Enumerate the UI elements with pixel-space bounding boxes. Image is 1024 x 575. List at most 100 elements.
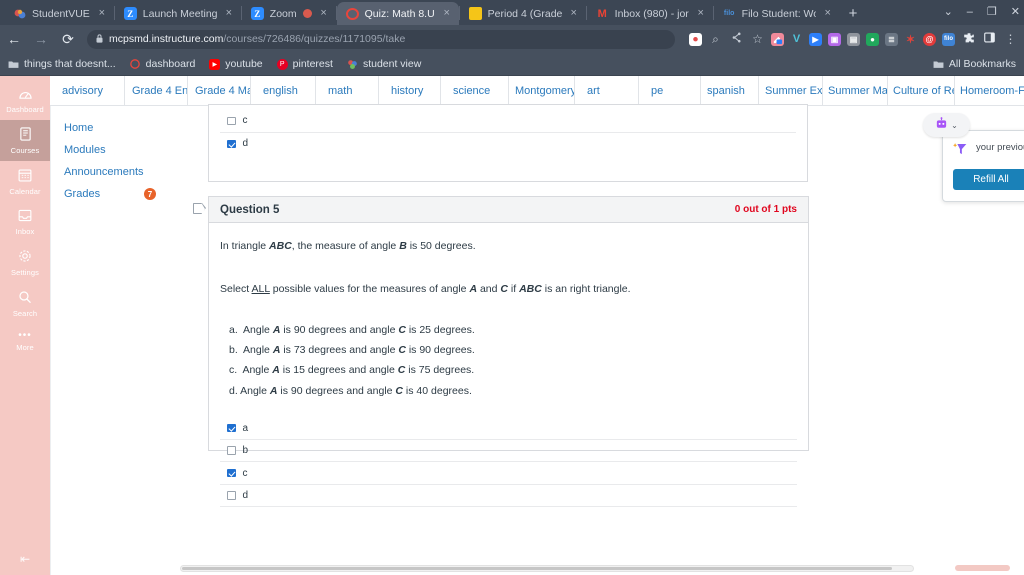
answer-label: b — [242, 445, 249, 457]
sidebar-item-courses[interactable]: Courses — [0, 120, 50, 161]
record-icon[interactable]: ⏺ — [689, 32, 702, 46]
course-nav-item-home[interactable]: Home — [64, 117, 195, 139]
answer-row[interactable]: c — [220, 462, 797, 485]
course-tab-summer-exp[interactable]: Summer Exp — [759, 76, 823, 105]
course-nav-item-modules[interactable]: Modules — [64, 139, 195, 161]
puzzle-extensions-icon[interactable] — [961, 32, 976, 47]
bookmark-things-that-doesnt[interactable]: things that doesnt... — [8, 58, 116, 70]
address-bar[interactable]: mcpsmd.instructure.com/courses/726486/qu… — [87, 29, 675, 49]
new-tab-button[interactable]: + — [840, 2, 867, 25]
tab-close-icon[interactable]: × — [568, 8, 580, 19]
answer-row[interactable]: b — [220, 440, 797, 463]
page-viewport: Dashboard Courses Calendar Inbox Setting… — [0, 76, 1024, 575]
chevron-down-icon[interactable]: ⌄ — [951, 121, 958, 130]
refill-all-button[interactable]: Refill All — [953, 169, 1024, 190]
filo-extension-icon[interactable]: filo — [942, 32, 955, 46]
extension-crimson-icon[interactable]: @ — [923, 32, 936, 46]
tab-close-icon[interactable]: × — [695, 8, 707, 19]
course-tab-english[interactable]: english — [251, 76, 316, 105]
reload-icon[interactable]: ⟳ — [60, 31, 76, 48]
extension-slate-icon[interactable]: ≣ — [885, 32, 898, 46]
vimeo-icon[interactable]: V — [790, 33, 803, 46]
angle-label: A — [469, 283, 478, 296]
answer-checkbox[interactable] — [227, 139, 236, 148]
flag-question-icon[interactable] — [193, 202, 206, 215]
sidebar-item-search[interactable]: Search — [0, 283, 50, 324]
course-nav-label: Grades — [64, 188, 101, 200]
course-tab-homeroom[interactable]: Homeroom-F — [955, 76, 1024, 105]
tab-close-icon[interactable]: × — [223, 8, 235, 19]
search-icon[interactable]: ⌕ — [708, 32, 723, 47]
answer-checkbox[interactable] — [227, 116, 236, 125]
course-nav-item-grades[interactable]: Grades 7 — [64, 183, 195, 205]
answer-checkbox[interactable] — [227, 423, 236, 433]
bookmark-dashboard[interactable]: dashboard — [130, 58, 195, 70]
answer-list: a b c d — [209, 417, 808, 508]
sidebar-item-more[interactable]: ••• More — [0, 324, 50, 358]
course-tab-spanish[interactable]: spanish — [701, 76, 759, 105]
angle-label: C — [398, 323, 406, 336]
bookmark-pinterest[interactable]: P pinterest — [276, 58, 333, 70]
browser-tab-period-4[interactable]: Period 4 (Grade 8 × — [460, 2, 586, 25]
minimize-button[interactable]: – — [967, 7, 973, 18]
collapse-nav-icon[interactable]: ⇤ — [20, 552, 30, 566]
tab-close-icon[interactable]: × — [318, 8, 330, 19]
course-tab-advisory[interactable]: advisory — [50, 76, 125, 105]
course-tab-pe[interactable]: pe — [639, 76, 701, 105]
tab-close-icon[interactable]: × — [96, 8, 108, 19]
course-tab-science[interactable]: science — [441, 76, 509, 105]
tab-search-chevron-icon[interactable]: ⌄ — [944, 7, 953, 18]
answer-checkbox[interactable] — [227, 468, 236, 478]
zoom-icon: Z — [250, 7, 264, 20]
all-bookmarks-button[interactable]: All Bookmarks — [933, 58, 1016, 70]
horizontal-scrollbar[interactable] — [180, 565, 914, 572]
media-blue-icon[interactable]: ▶ — [809, 32, 822, 46]
answer-checkbox[interactable] — [227, 491, 236, 500]
share-icon[interactable] — [729, 32, 744, 46]
extension-red-icon[interactable]: ✶ — [904, 33, 917, 46]
course-tab-math[interactable]: math — [316, 76, 379, 105]
extension-pink-icon[interactable] — [771, 32, 784, 46]
sidebar-item-dashboard[interactable]: Dashboard — [0, 80, 50, 120]
bookmark-star-icon[interactable]: ☆ — [750, 32, 765, 46]
course-tab-summer-math[interactable]: Summer Mat — [823, 76, 888, 105]
course-tab-grade-4-english[interactable]: Grade 4 Engl — [125, 76, 188, 105]
course-tab-art[interactable]: art — [575, 76, 639, 105]
answer-row[interactable]: c — [220, 110, 796, 133]
browser-tab-filo[interactable]: filo Filo Student: Worl × — [714, 2, 840, 25]
extension-green-icon[interactable]: ● — [866, 32, 879, 46]
sidepanel-icon[interactable] — [982, 32, 997, 46]
browser-menu-icon[interactable]: ⋮ — [1003, 32, 1018, 46]
sidebar-item-settings[interactable]: Settings — [0, 242, 50, 283]
sidebar-item-calendar[interactable]: Calendar — [0, 161, 50, 202]
close-window-button[interactable]: ✕ — [1011, 7, 1020, 18]
more-dots-icon: ••• — [18, 330, 32, 341]
answer-row[interactable]: d — [220, 133, 796, 156]
browser-tab-quiz-math[interactable]: Quiz: Math 8.U × — [336, 2, 459, 25]
sidebar-item-inbox[interactable]: Inbox — [0, 202, 50, 242]
extension-bubble[interactable]: ⌄ — [923, 113, 970, 137]
answer-row[interactable]: d — [220, 485, 797, 508]
course-tab-montgomery[interactable]: Montgomery — [509, 76, 575, 105]
forward-icon[interactable]: → — [33, 31, 49, 47]
answer-checkbox[interactable] — [227, 446, 236, 455]
course-tab-grade-4-math[interactable]: Grade 4 Math — [188, 76, 251, 105]
bookmark-student-view[interactable]: student view — [347, 58, 421, 70]
course-tab-history[interactable]: history — [379, 76, 441, 105]
browser-tab-zoom[interactable]: Z Zoom × — [242, 2, 336, 25]
browser-tab-inbox[interactable]: M Inbox (980) - jorda × — [587, 2, 713, 25]
scrollbar-thumb[interactable] — [182, 567, 893, 570]
maximize-button[interactable]: ❐ — [987, 7, 997, 18]
extension-grey-icon[interactable]: ▤ — [847, 32, 860, 46]
back-icon[interactable]: ← — [6, 31, 22, 47]
answer-label: a — [242, 422, 249, 434]
extension-purple-icon[interactable]: ▣ — [828, 32, 841, 46]
browser-tab-studentvue[interactable]: StudentVUE × — [4, 2, 114, 25]
tab-close-icon[interactable]: × — [441, 8, 453, 19]
course-nav-item-announcements[interactable]: Announcements — [64, 161, 195, 183]
tab-close-icon[interactable]: × — [822, 8, 834, 19]
answer-row[interactable]: a — [220, 417, 797, 440]
bookmark-youtube[interactable]: ▶ youtube — [209, 58, 263, 70]
browser-tab-launch-meeting[interactable]: Z Launch Meeting - × — [115, 2, 241, 25]
course-tab-culture-of-respect[interactable]: Culture of Re — [888, 76, 955, 105]
